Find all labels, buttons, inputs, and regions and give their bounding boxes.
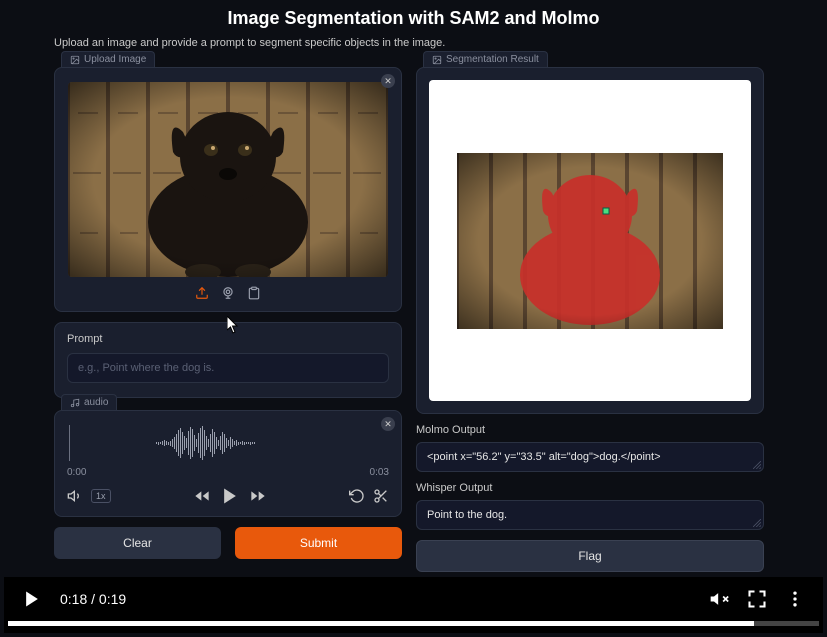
- upload-icon[interactable]: [194, 285, 210, 301]
- audio-panel: audio ✕ 0:00 0:03 1x: [54, 410, 402, 517]
- upload-tab-label: Upload Image: [84, 54, 146, 65]
- clipboard-icon[interactable]: [246, 285, 262, 301]
- result-tab-label: Segmentation Result: [446, 54, 539, 65]
- speed-badge[interactable]: 1x: [91, 489, 111, 503]
- forward-icon[interactable]: [250, 488, 266, 504]
- page-title: Image Segmentation with SAM2 and Molmo: [0, 0, 827, 33]
- whisper-output[interactable]: Point to the dog.: [416, 500, 764, 530]
- rewind-icon[interactable]: [194, 488, 210, 504]
- close-icon[interactable]: ✕: [381, 417, 395, 431]
- molmo-output-text: <point x="56.2" y="33.5" alt="dog">dog.<…: [427, 451, 661, 463]
- upload-tab: Upload Image: [61, 51, 155, 67]
- audio-time-start: 0:00: [67, 467, 86, 478]
- uploaded-image[interactable]: [68, 82, 388, 277]
- molmo-output[interactable]: <point x="56.2" y="33.5" alt="dog">dog.<…: [416, 442, 764, 472]
- image-icon: [432, 55, 442, 65]
- whisper-output-label: Whisper Output: [416, 482, 764, 494]
- mute-icon[interactable]: [709, 589, 729, 609]
- trim-icon[interactable]: [373, 488, 389, 504]
- resize-handle-icon[interactable]: [753, 519, 761, 527]
- flag-button[interactable]: Flag: [416, 540, 764, 572]
- video-time: 0:18 / 0:19: [60, 591, 126, 607]
- audio-tab: audio: [61, 394, 117, 410]
- audio-time-end: 0:03: [370, 467, 389, 478]
- whisper-output-text: Point to the dog.: [427, 509, 507, 521]
- video-progress-fill: [8, 621, 754, 626]
- audio-waveform[interactable]: [67, 425, 389, 461]
- upload-image-panel: Upload Image ✕: [54, 67, 402, 312]
- more-icon[interactable]: [785, 589, 805, 609]
- result-tab: Segmentation Result: [423, 51, 548, 67]
- undo-icon[interactable]: [349, 488, 365, 504]
- fullscreen-icon[interactable]: [747, 589, 767, 609]
- video-progress[interactable]: [8, 621, 819, 626]
- result-panel: Segmentation Result: [416, 67, 764, 414]
- play-icon[interactable]: [22, 589, 42, 609]
- audio-tab-label: audio: [84, 397, 108, 408]
- molmo-output-label: Molmo Output: [416, 424, 764, 436]
- close-icon[interactable]: ✕: [381, 74, 395, 88]
- prompt-input[interactable]: [67, 353, 389, 383]
- resize-handle-icon[interactable]: [753, 461, 761, 469]
- prompt-panel: Prompt: [54, 322, 402, 398]
- submit-button[interactable]: Submit: [235, 527, 402, 559]
- video-player-bar: 0:18 / 0:19: [4, 577, 823, 633]
- image-icon: [70, 55, 80, 65]
- clear-button[interactable]: Clear: [54, 527, 221, 559]
- webcam-icon[interactable]: [220, 285, 236, 301]
- prompt-label: Prompt: [67, 333, 389, 345]
- volume-icon[interactable]: [67, 488, 83, 504]
- segmentation-result[interactable]: [429, 80, 751, 401]
- music-icon: [70, 398, 80, 408]
- play-icon[interactable]: [220, 486, 240, 506]
